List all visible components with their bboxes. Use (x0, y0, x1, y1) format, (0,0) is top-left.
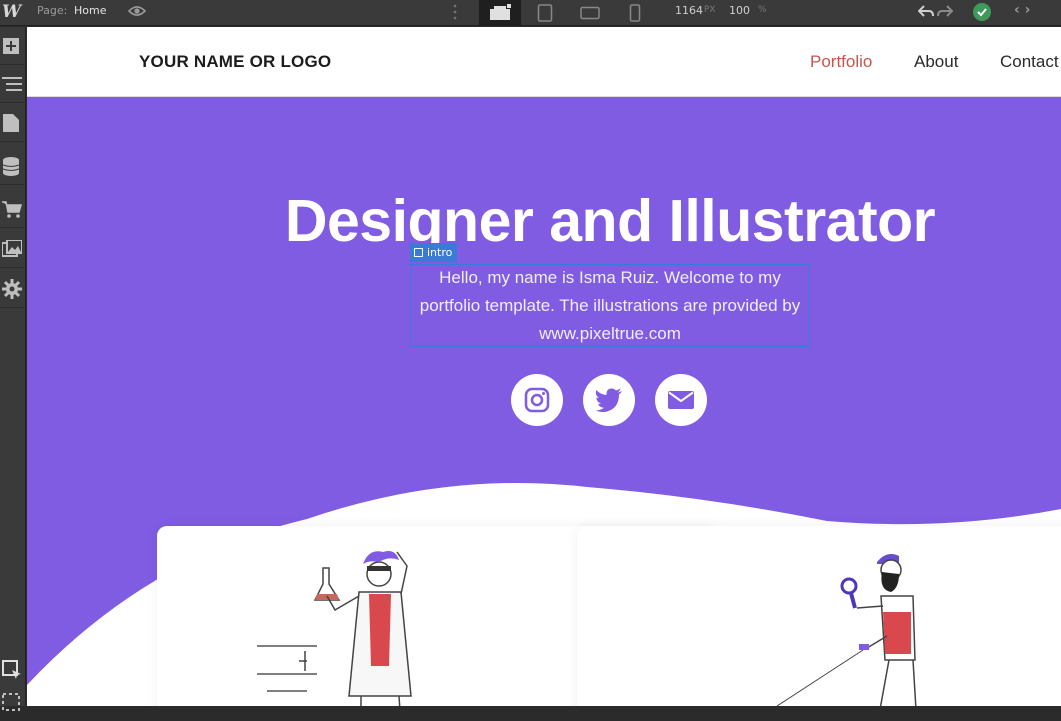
element-square-icon (414, 248, 423, 257)
cms-button[interactable] (0, 147, 26, 185)
selection-label-text: intro (427, 246, 453, 259)
navigator-button[interactable] (0, 65, 26, 103)
navigator-icon (2, 76, 22, 91)
email-icon (668, 391, 694, 409)
nav-link-about[interactable]: About (914, 52, 958, 72)
hero-title[interactable]: Designer and Illustrator (27, 187, 1061, 255)
nav-link-portfolio[interactable]: Portfolio (810, 52, 872, 72)
gear-icon (2, 278, 22, 299)
intro-paragraph[interactable]: Hello, my name is Isma Ruiz. Welcome to … (410, 264, 810, 348)
site-logo[interactable]: YOUR NAME OR LOGO (139, 52, 331, 72)
cart-icon (2, 200, 22, 218)
portfolio-card[interactable] (577, 526, 1061, 706)
tablet-breakpoint-button[interactable] (524, 0, 566, 26)
undo-icon[interactable] (918, 3, 934, 19)
assets-button[interactable] (0, 230, 26, 268)
more-options-icon[interactable] (452, 3, 458, 21)
check-icon (977, 8, 987, 17)
email-button[interactable] (655, 374, 707, 426)
page-label: Page: (37, 4, 68, 17)
webflow-logo[interactable]: W (2, 2, 22, 22)
design-canvas[interactable]: YOUR NAME OR LOGO Portfolio About Contac… (27, 27, 1061, 706)
images-icon (2, 239, 22, 257)
marquee-tool-button[interactable] (0, 683, 26, 721)
landscape-breakpoint-button[interactable] (569, 0, 611, 26)
zoom-value[interactable]: 100 (729, 4, 750, 17)
dashed-box-icon (2, 693, 20, 711)
instagram-icon (524, 387, 550, 413)
editor-topbar: W Page: Home 1164 PX 100 % ‹ › (0, 0, 1061, 26)
pages-button[interactable] (0, 104, 26, 142)
settings-button[interactable] (0, 270, 26, 308)
site-navbar[interactable]: YOUR NAME OR LOGO Portfolio About Contac… (27, 27, 1061, 97)
preview-eye-icon[interactable] (128, 3, 146, 19)
nav-link-contact[interactable]: Contact (1000, 52, 1059, 72)
plus-box-icon (3, 37, 19, 54)
desktop-breakpoint-button[interactable] (479, 0, 521, 26)
explorer-illustration (776, 554, 917, 706)
instagram-button[interactable] (511, 374, 563, 426)
tablet-icon (537, 4, 553, 22)
mobile-portrait-icon (629, 4, 641, 22)
canvas-width-unit: PX (704, 5, 716, 15)
code-icon[interactable]: ‹ › (1014, 2, 1030, 18)
add-element-button[interactable] (0, 27, 26, 65)
database-icon (2, 156, 20, 176)
ecommerce-button[interactable] (0, 190, 26, 228)
canvas-width-value[interactable]: 1164 (675, 4, 703, 17)
portrait-breakpoint-button[interactable] (614, 0, 656, 26)
redo-icon[interactable] (937, 3, 953, 19)
editor-left-panel (0, 27, 26, 711)
page-icon (3, 113, 19, 132)
select-cursor-icon (2, 660, 21, 679)
mobile-landscape-icon (580, 6, 600, 20)
twitter-button[interactable] (583, 374, 635, 426)
zoom-unit: % (758, 5, 767, 15)
desktop-icon (490, 4, 511, 20)
page-selector[interactable]: Home (74, 4, 106, 17)
selection-label[interactable]: intro (410, 243, 458, 262)
publish-status-button[interactable] (973, 3, 991, 21)
twitter-icon (595, 388, 622, 412)
